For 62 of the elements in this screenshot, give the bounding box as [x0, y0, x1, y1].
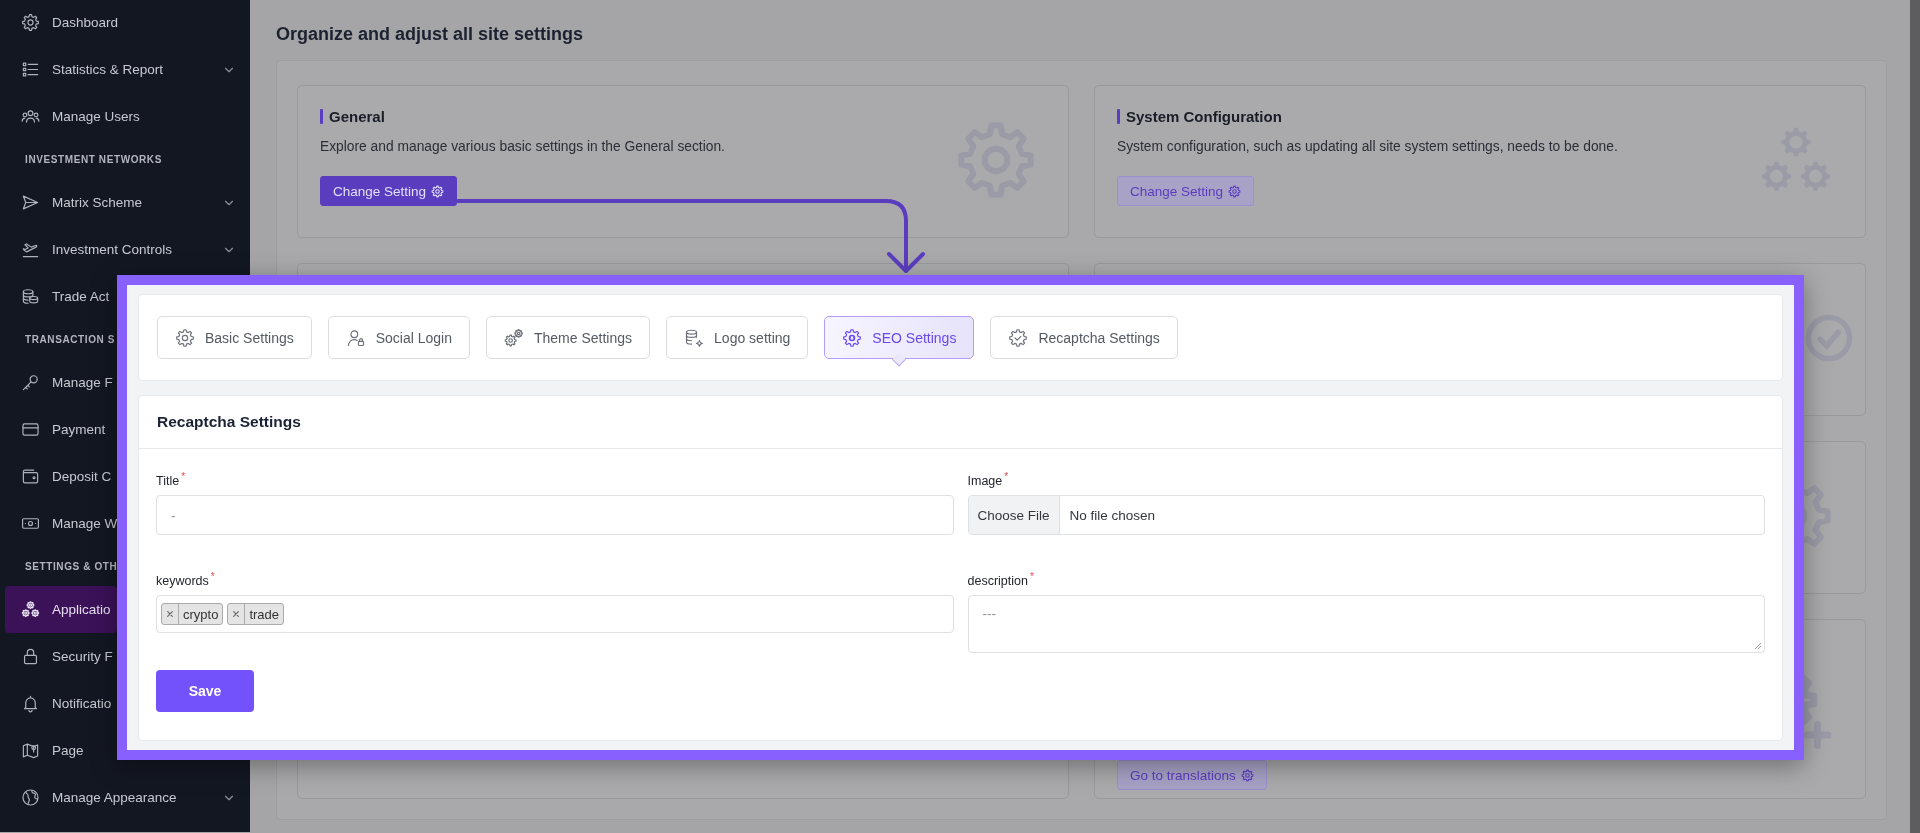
sidebar-item[interactable]: Statistics & Report	[0, 46, 250, 93]
remove-icon	[232, 610, 241, 619]
gear-check-icon	[1008, 327, 1029, 348]
file-input[interactable]: Choose File No file chosen	[967, 495, 1765, 536]
gears-icon	[21, 600, 40, 619]
settings-tab[interactable]: Social Login	[327, 316, 470, 359]
card-title: General	[329, 108, 385, 125]
sidebar-item[interactable]: Trade Act	[0, 273, 117, 320]
sidebar-item[interactable]: Applicatio	[5, 586, 117, 633]
user-lock-icon	[345, 327, 366, 348]
keyword-tag: crypto	[161, 603, 224, 626]
choose-file-button[interactable]: Choose File	[968, 496, 1060, 535]
map-icon	[21, 741, 40, 760]
save-button[interactable]: Save	[156, 670, 254, 713]
sidebar-item[interactable]: Manage F	[0, 359, 117, 406]
send-icon	[21, 193, 40, 212]
sidebar-item[interactable]: Page	[0, 727, 117, 774]
coins-icon	[21, 287, 40, 306]
bell-icon	[21, 694, 40, 713]
card-description: Explore and manage various basic settings in the General section.	[320, 139, 725, 154]
remove-icon	[166, 610, 174, 619]
list-icon	[21, 60, 40, 79]
field-label: Title $^{*}$	[156, 471, 186, 489]
gears-icon	[504, 327, 524, 348]
page-title: Organize and adjust all site settings	[276, 23, 584, 46]
check-circle-icon	[1805, 313, 1853, 362]
section-heading: INVESTMENT NETWORKS	[25, 154, 162, 165]
globe-icon	[21, 788, 40, 807]
lock-icon	[21, 647, 40, 666]
field-label: Image $^{*}$	[967, 471, 1009, 489]
keywords-input[interactable]: crypto trade	[156, 595, 954, 634]
form-title: Recaptcha Settings	[157, 413, 301, 431]
sidebar-item[interactable]: Manage W	[0, 500, 117, 547]
airplane-icon	[21, 240, 40, 259]
settings-tab[interactable]: Logo setting	[666, 316, 809, 359]
sidebar-item[interactable]: Matrix Scheme	[0, 179, 250, 226]
database-icon	[684, 327, 705, 348]
sidebar-item[interactable]: Deposit C	[0, 453, 117, 500]
sidebar-item[interactable]: Manage Users	[0, 93, 250, 140]
card-description: System configuration, such as updating all site system settings, needs to be done.	[1117, 139, 1618, 154]
sidebar-item[interactable]: Dashboard	[0, 0, 250, 46]
file-status: No file chosen	[1068, 507, 1156, 523]
section-heading: SETTINGS & OTH	[25, 561, 118, 572]
credit-card-icon	[21, 420, 40, 439]
card-title: System Configuration	[1126, 108, 1282, 125]
change-setting-button[interactable]: Change Setting	[320, 176, 458, 206]
settings-tab[interactable]: Recaptcha Settings	[990, 316, 1178, 359]
resize-grip-icon	[1753, 641, 1762, 651]
users-icon	[21, 107, 40, 126]
settings-tab[interactable]: Theme Settings	[486, 316, 651, 359]
sidebar-item[interactable]: Notificatio	[0, 680, 117, 727]
key-icon	[21, 373, 40, 392]
sidebar-item[interactable]: Payment	[0, 406, 117, 453]
settings-tab[interactable]: Basic Settings	[157, 316, 312, 359]
keyword-tag: trade	[227, 603, 285, 626]
sidebar-item[interactable]: Investment Controls	[0, 226, 250, 273]
field-label: keywords $^{*}$	[156, 571, 215, 589]
wallet-icon	[21, 467, 40, 486]
field-label: description $^{*}$	[967, 571, 1034, 589]
sidebar-item[interactable]: Manage Appearance	[0, 774, 250, 821]
section-heading: TRANSACTION S	[25, 334, 116, 345]
sidebar-item[interactable]: Security F	[0, 633, 117, 680]
